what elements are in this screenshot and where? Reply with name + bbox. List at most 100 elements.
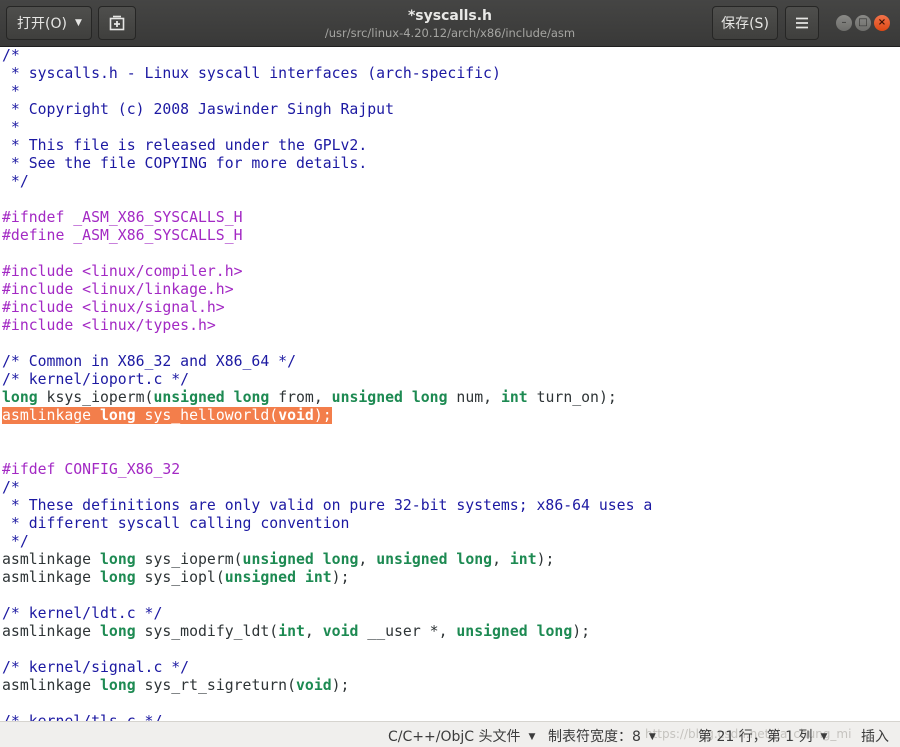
cursor-position[interactable]: 第 21 行，第 1 列 ▼ <box>698 726 827 746</box>
code-token: sys_rt_sigreturn( <box>135 677 296 694</box>
code-token: /* <box>2 479 20 496</box>
code-line[interactable]: #include <linux/types.h> <box>2 317 652 335</box>
code-token: sys_helloworld( <box>135 407 279 424</box>
code-token: ksys_ioperm( <box>37 389 154 406</box>
new-document-button[interactable] <box>98 6 136 40</box>
code-line[interactable]: */ <box>2 173 652 191</box>
maximize-button[interactable]: □ <box>855 15 871 31</box>
code-line[interactable]: asmlinkage long sys_ioperm(unsigned long… <box>2 551 652 569</box>
code-line[interactable]: #include <linux/linkage.h> <box>2 281 652 299</box>
close-button[interactable]: × <box>874 15 890 31</box>
code-token: num, <box>447 389 501 406</box>
code-line[interactable]: asmlinkage long sys_iopl(unsigned int); <box>2 569 652 587</box>
selected-text[interactable]: asmlinkage long sys_helloworld(void); <box>2 407 332 424</box>
chevron-down-icon: ▼ <box>74 18 82 28</box>
code-token: #include <linux/types.h> <box>2 317 216 334</box>
code-text[interactable]: /* * syscalls.h - Linux syscall interfac… <box>2 47 652 721</box>
code-token: long <box>411 389 448 406</box>
code-line[interactable] <box>2 335 652 353</box>
code-line[interactable]: * Copyright (c) 2008 Jaswinder Singh Raj… <box>2 101 652 119</box>
minimize-button[interactable]: – <box>836 15 852 31</box>
code-token: #define _ASM_X86_SYSCALLS_H <box>2 227 243 244</box>
code-token: unsigned <box>224 569 297 586</box>
tab-width-selector[interactable]: 制表符宽度：8 ▼ <box>548 726 656 746</box>
code-line[interactable]: * These definitions are only valid on pu… <box>2 497 652 515</box>
code-line[interactable]: */ <box>2 533 652 551</box>
code-token: ); <box>331 677 350 694</box>
code-line[interactable] <box>2 641 652 659</box>
code-token: #ifdef CONFIG_X86_32 <box>2 461 181 478</box>
code-token: unsigned <box>376 551 448 568</box>
code-token: /* kernel/ioport.c */ <box>2 371 190 388</box>
code-token: unsigned <box>242 551 314 568</box>
code-line[interactable]: /* kernel/tls.c */ <box>2 713 652 721</box>
code-line[interactable]: /* kernel/ldt.c */ <box>2 605 652 623</box>
code-line[interactable] <box>2 191 652 209</box>
code-line[interactable]: #ifndef _ASM_X86_SYSCALLS_H <box>2 209 652 227</box>
code-token: unsigned <box>456 623 528 640</box>
code-token: /* kernel/tls.c */ <box>2 713 162 721</box>
header-bar: 打开(O) ▼ *syscalls.h /usr/src/linux-4.20.… <box>0 0 900 47</box>
code-token: ); <box>536 551 555 568</box>
code-line[interactable]: asmlinkage long sys_modify_ldt(int, void… <box>2 623 652 641</box>
code-token: int <box>500 389 528 406</box>
code-token: /* kernel/signal.c */ <box>2 659 190 676</box>
code-token: asmlinkage <box>2 551 100 568</box>
cursor-position-label: 第 21 行，第 1 列 <box>698 729 813 745</box>
code-token: * Copyright (c) 2008 Jaswinder Singh Raj… <box>2 101 394 118</box>
code-line[interactable] <box>2 587 652 605</box>
code-line[interactable]: long ksys_ioperm(unsigned long from, uns… <box>2 389 652 407</box>
code-token: sys_ioperm( <box>135 551 243 568</box>
code-line[interactable]: * See the file COPYING for more details. <box>2 155 652 173</box>
tab-width-label: 制表符宽度：8 <box>548 729 641 745</box>
code-line[interactable] <box>2 245 652 263</box>
code-token: */ <box>2 533 29 550</box>
code-editor[interactable]: /* * syscalls.h - Linux syscall interfac… <box>0 47 900 721</box>
code-line[interactable] <box>2 425 652 443</box>
code-token: long <box>536 623 573 640</box>
code-token: turn_on); <box>527 389 617 406</box>
menu-button[interactable] <box>785 6 819 40</box>
code-line[interactable]: * syscalls.h - Linux syscall interfaces … <box>2 65 652 83</box>
code-line[interactable]: * different syscall calling convention <box>2 515 652 533</box>
chevron-down-icon: ▼ <box>528 732 536 742</box>
code-line[interactable]: #include <linux/compiler.h> <box>2 263 652 281</box>
code-line[interactable]: * This file is released under the GPLv2. <box>2 137 652 155</box>
code-token: asmlinkage <box>2 407 100 424</box>
code-line[interactable]: #include <linux/signal.h> <box>2 299 652 317</box>
code-line[interactable]: #ifdef CONFIG_X86_32 <box>2 461 652 479</box>
code-line[interactable]: /* Common in X86_32 and X86_64 */ <box>2 353 652 371</box>
save-button[interactable]: 保存(S) <box>712 6 778 40</box>
code-token: void <box>296 677 332 694</box>
insert-mode-indicator[interactable]: 插入 <box>861 726 889 746</box>
code-token: __user *, <box>358 623 457 640</box>
code-token: unsigned <box>331 389 403 406</box>
code-token: asmlinkage <box>2 677 100 694</box>
code-line[interactable]: * <box>2 83 652 101</box>
code-token: long <box>456 551 493 568</box>
code-token: #include <linux/linkage.h> <box>2 281 234 298</box>
insert-mode-label: 插入 <box>861 729 889 745</box>
code-line[interactable]: * <box>2 119 652 137</box>
code-token: /* kernel/ldt.c */ <box>2 605 163 622</box>
chevron-down-icon: ▼ <box>648 732 656 742</box>
open-button[interactable]: 打开(O) ▼ <box>6 6 92 40</box>
code-line[interactable] <box>2 443 652 461</box>
code-line[interactable]: #define _ASM_X86_SYSCALLS_H <box>2 227 652 245</box>
code-line[interactable]: asmlinkage long sys_rt_sigreturn(void); <box>2 677 652 695</box>
code-line[interactable]: /* <box>2 479 652 497</box>
code-line[interactable]: /* kernel/ioport.c */ <box>2 371 652 389</box>
code-token: ); <box>313 407 332 424</box>
code-line[interactable]: /* <box>2 47 652 65</box>
code-line[interactable]: asmlinkage long sys_helloworld(void); <box>2 407 652 425</box>
code-line[interactable] <box>2 695 652 713</box>
code-token: from, <box>269 389 332 406</box>
code-token: , <box>304 623 323 640</box>
code-line[interactable]: /* kernel/signal.c */ <box>2 659 652 677</box>
window-title-block: *syscalls.h /usr/src/linux-4.20.12/arch/… <box>250 7 650 41</box>
code-token: void <box>278 407 314 424</box>
language-selector[interactable]: C/C++/ObjC 头文件 ▼ <box>388 726 535 746</box>
code-token: sys_modify_ldt( <box>135 623 279 640</box>
